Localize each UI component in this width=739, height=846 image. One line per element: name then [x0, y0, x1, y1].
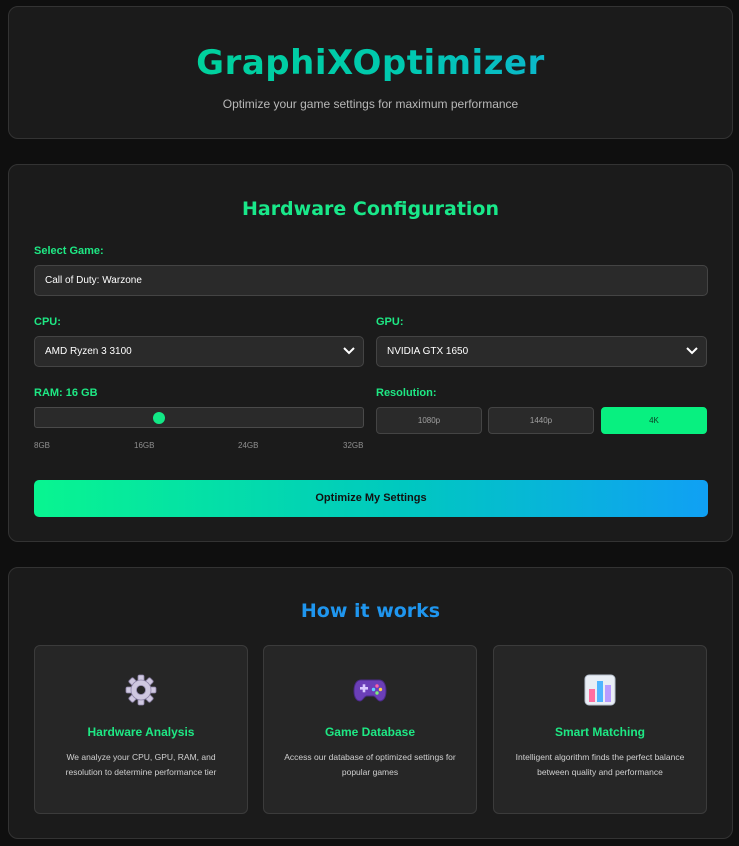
- ram-tick-label: 32GB: [343, 441, 364, 450]
- gamepad-icon: [264, 673, 476, 707]
- game-label: Select Game:: [34, 245, 104, 257]
- hardware-config-title: Hardware Configuration: [241, 198, 500, 220]
- feature-description: Access our database of optimized setting…: [284, 752, 456, 777]
- hardware-config-card: Hardware Configuration Select Game: Call…: [8, 164, 733, 542]
- chevron-down-icon: [343, 346, 355, 356]
- feature-card-hardware-analysis: Hardware Analysis We analyze your CPU, G…: [34, 645, 248, 814]
- ram-slider[interactable]: [34, 407, 364, 428]
- how-it-works-title: How it works: [300, 600, 441, 622]
- resolution-label: Resolution:: [376, 387, 437, 399]
- feature-title: Smart Matching: [554, 725, 645, 739]
- resolution-1440p-button[interactable]: 1440p: [488, 407, 594, 434]
- cpu-select-value: AMD Ryzen 3 3100: [45, 346, 132, 357]
- how-it-works-card: How it works Hardware Analysis We analyz…: [8, 567, 733, 839]
- app-title: GraphiXOptimizer: [9, 43, 732, 83]
- feature-description: We analyze your CPU, GPU, RAM, and resol…: [65, 752, 217, 777]
- ram-tick-label: 16GB: [134, 441, 155, 450]
- app-subtitle: Optimize your game settings for maximum …: [222, 97, 519, 111]
- ram-label: RAM: 16 GB: [34, 387, 98, 399]
- gear-icon: [35, 673, 247, 707]
- cpu-select[interactable]: AMD Ryzen 3 3100: [34, 336, 364, 367]
- feature-description: Intelligent algorithm finds the perfect …: [515, 752, 685, 777]
- feature-card-game-database: Game Database Access our database of opt…: [263, 645, 477, 814]
- gpu-select-value: NVIDIA GTX 1650: [387, 346, 469, 357]
- optimize-button[interactable]: Optimize My Settings: [34, 480, 708, 517]
- feature-card-smart-matching: Smart Matching Intelligent algorithm fin…: [493, 645, 707, 814]
- feature-title: Game Database: [324, 725, 416, 739]
- bar-chart-icon: [494, 673, 706, 707]
- gpu-select[interactable]: NVIDIA GTX 1650: [376, 336, 707, 367]
- header-card: GraphiXOptimizer Optimize your game sett…: [8, 6, 733, 139]
- chevron-down-icon: [686, 346, 698, 356]
- ram-tick-label: 8GB: [34, 441, 51, 450]
- resolution-4k-button[interactable]: 4K: [601, 407, 707, 434]
- ram-slider-thumb[interactable]: [153, 412, 166, 424]
- gpu-label: GPU:: [376, 316, 404, 328]
- ram-tick-label: 24GB: [238, 441, 259, 450]
- resolution-1080p-button[interactable]: 1080p: [376, 407, 482, 434]
- cpu-label: CPU:: [34, 316, 61, 328]
- feature-title: Hardware Analysis: [87, 725, 195, 739]
- game-input[interactable]: Call of Duty: Warzone: [34, 265, 708, 296]
